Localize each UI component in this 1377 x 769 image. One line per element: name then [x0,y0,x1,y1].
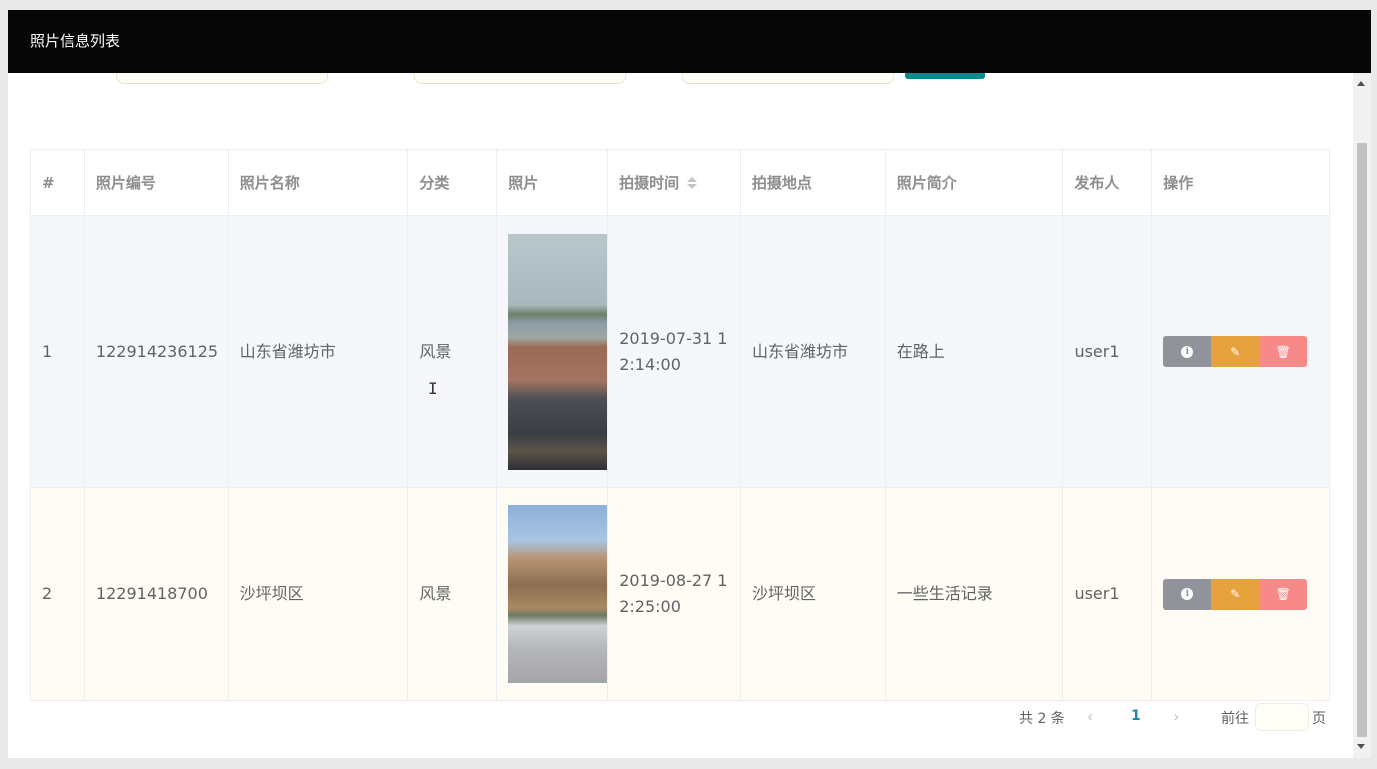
cell-index: 2 [31,488,85,700]
table-header: # 照片编号 照片名称 分类 照片 拍摄时间 拍摄地点 照片简介 发布人 操作 [31,150,1329,216]
scroll-down-icon[interactable] [1357,744,1365,749]
cell-photo [497,216,609,487]
cell-index: 1 [31,216,85,487]
search-button[interactable] [905,73,985,79]
col-header-category: 分类 [408,150,498,215]
pagination: 共 2 条 ‹ 1 › 前往 页 [8,703,1353,733]
cell-location: 沙坪坝区 [741,488,886,700]
cell-publisher: user1 [1063,488,1153,700]
edit-icon: ✎ [1230,344,1241,359]
detail-button[interactable]: i [1163,336,1212,367]
photo-list-window: 照片信息列表 # 照片编号 照片名称 分类 照片 拍摄时间 拍摄地点 照片简介 … [8,10,1371,758]
shot-time-text: 2019-08-27 12:25:00 [619,571,728,616]
cell-photo-no: 12291418700 [85,488,229,700]
cell-location: 山东省潍坊市 [741,216,886,487]
col-header-photo: 照片 [497,150,609,215]
title-bar: 照片信息列表 [8,10,1371,73]
photo-thumbnail[interactable] [508,505,608,683]
cell-photo-no: 122914236125 [85,216,229,487]
col-header-intro: 照片简介 [886,150,1064,215]
search-input-photo-name[interactable] [414,73,626,84]
cell-photo-name: 沙坪坝区 [229,488,409,700]
info-icon: i [1181,345,1194,358]
edit-icon: ✎ [1230,587,1241,601]
col-header-index: # [31,150,85,215]
cell-shot-time: 2019-07-31 12:14:00 [608,216,741,487]
cell-actions: i ✎ 🗑 [1152,216,1329,487]
edit-button[interactable]: ✎ [1211,336,1260,367]
col-header-shot-time-label: 拍摄时间 [619,173,680,192]
cell-photo-name: 山东省潍坊市 [229,216,409,487]
col-header-photo-name: 照片名称 [229,150,409,215]
table-row: 1 122914236125 山东省潍坊市 风景 2019-07-31 12:1… [31,216,1329,488]
col-header-shot-time[interactable]: 拍摄时间 [608,150,741,215]
text-cursor-icon: I [428,379,438,398]
action-group: i ✎ 🗑 [1163,336,1308,367]
goto-page-input[interactable] [1255,703,1309,731]
pagination-total: 共 2 条 [1019,711,1065,727]
table-row: 2 12291418700 沙坪坝区 风景 2019-08-27 12:25:0… [31,488,1329,700]
col-header-location: 拍摄地点 [741,150,886,215]
delete-icon: 🗑 [1275,344,1291,359]
cell-category: 风景 [408,216,498,487]
delete-button[interactable]: 🗑 [1259,336,1308,367]
cell-intro: 一些生活记录 [886,488,1064,700]
window-title: 照片信息列表 [30,32,121,50]
photo-thumbnail[interactable] [508,233,608,470]
search-input-photo-no[interactable] [116,73,328,84]
cell-publisher: user1 [1063,216,1153,487]
search-input-category[interactable] [682,73,894,84]
col-header-photo-no: 照片编号 [85,150,229,215]
delete-icon: 🗑 [1275,587,1291,601]
page-unit-label: 页 [1312,711,1326,727]
action-group: i ✎ 🗑 [1163,578,1308,610]
edit-button[interactable]: ✎ [1211,578,1260,610]
main-content: # 照片编号 照片名称 分类 照片 拍摄时间 拍摄地点 照片简介 发布人 操作 … [8,73,1353,758]
col-header-publisher: 发布人 [1063,150,1153,215]
scroll-thumb[interactable] [1357,143,1367,737]
next-page-icon[interactable]: › [1173,707,1179,726]
shot-time-text: 2019-07-31 12:14:00 [619,328,728,374]
cell-photo [497,488,609,700]
photo-table: # 照片编号 照片名称 分类 照片 拍摄时间 拍摄地点 照片简介 发布人 操作 … [30,149,1330,701]
goto-label: 前往 [1221,711,1249,727]
vertical-scrollbar[interactable] [1353,73,1371,758]
page-number-current[interactable]: 1 [1131,708,1141,724]
cell-intro: 在路上 [886,216,1064,487]
cell-actions: i ✎ 🗑 [1152,488,1329,700]
sort-caret-icon[interactable] [687,176,698,190]
info-icon: i [1181,588,1194,600]
detail-button[interactable]: i [1163,578,1212,610]
cell-shot-time: 2019-08-27 12:25:00 [608,488,741,700]
delete-button[interactable]: 🗑 [1259,578,1308,610]
scroll-up-icon[interactable] [1357,81,1365,86]
prev-page-icon[interactable]: ‹ [1087,707,1093,726]
col-header-actions: 操作 [1163,173,1194,192]
cell-category: 风景 [408,488,498,700]
